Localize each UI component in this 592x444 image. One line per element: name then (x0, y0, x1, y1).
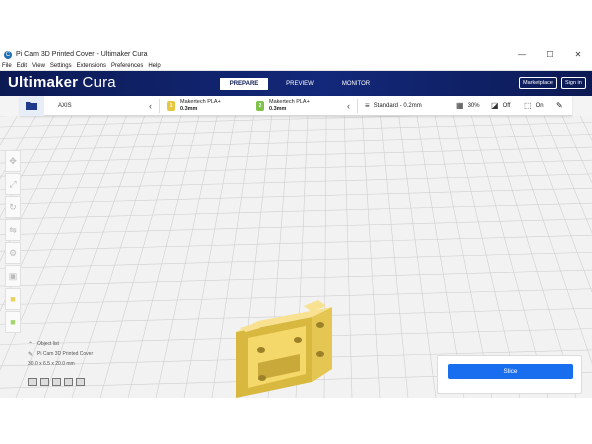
minimize-button[interactable]: — (508, 47, 536, 62)
extruder-2-material: Makertech PLA+ (269, 99, 310, 105)
tab-monitor[interactable]: MONITOR (332, 78, 380, 90)
chevron-left-icon[interactable]: ‹ (347, 96, 350, 116)
support-blocker-icon[interactable]: ▣ (5, 265, 21, 287)
tab-preview[interactable]: PREVIEW (276, 78, 324, 90)
menu-view[interactable]: View (32, 62, 45, 70)
extruder-1-nozzle: 0.3mm (180, 106, 198, 112)
open-file-button[interactable] (20, 96, 44, 116)
extruder-1-icon: 1 (167, 101, 175, 111)
slice-button[interactable]: Slice (448, 364, 573, 379)
folder-icon (26, 102, 37, 110)
divider (159, 99, 160, 113)
camera-view-buttons (28, 378, 88, 386)
edit-settings-pencil-icon[interactable]: ✎ (556, 96, 563, 116)
left-toolbar: ✥ ⤢ ↻ ⇋ ⚙ ▣ ■ ■ (5, 150, 21, 334)
adhesion-value: On (535, 103, 544, 109)
infill-setting[interactable]: ▦ 30% (456, 96, 480, 116)
print-profile-selector[interactable]: ≡ Standard - 0.2mm (365, 96, 422, 116)
maximize-button[interactable]: ☐ (536, 47, 564, 62)
support-icon: ◪ (491, 101, 499, 110)
chevron-up-icon: ⌃ (28, 341, 34, 348)
support-value: Off (502, 103, 511, 109)
object-list-label: Object list (37, 341, 59, 347)
object-list-toggle[interactable]: ⌃ Object list (28, 339, 93, 349)
object-dimensions: 30.0 x 6.5 x 20.0 mm (28, 361, 75, 367)
chevron-left-icon[interactable]: ‹ (149, 96, 152, 116)
support-setting[interactable]: ◪ Off (491, 96, 510, 116)
extruder-1-material: Makertech PLA+ (180, 99, 221, 105)
window-title: Pi Cam 3D Printed Cover - Ultimaker Cura (16, 51, 148, 58)
adhesion-setting[interactable]: ⬚ On (524, 96, 544, 116)
extruder-1-config[interactable]: 1 Makertech PLA+ 0.3mm (167, 99, 221, 113)
view-top-icon[interactable] (52, 378, 61, 386)
view-3d-icon[interactable] (28, 378, 37, 386)
profile-icon: ≡ (365, 101, 370, 110)
marketplace-button[interactable]: Marketplace (519, 77, 557, 89)
menu-help[interactable]: Help (148, 62, 160, 70)
pencil-icon: ✎ (28, 351, 34, 358)
rotate-tool-icon[interactable]: ↻ (5, 196, 21, 218)
object-name[interactable]: Pi Cam 3D Printed Cover (37, 351, 93, 357)
tab-prepare[interactable]: PREPARE (220, 78, 268, 90)
close-button[interactable]: ✕ (564, 47, 592, 62)
per-model-settings-icon[interactable]: ⚙ (5, 242, 21, 264)
view-front-icon[interactable] (40, 378, 49, 386)
extruder-2-tool-icon[interactable]: ■ (5, 311, 21, 333)
extruder-1-tool-icon[interactable]: ■ (5, 288, 21, 310)
infill-value: 30% (467, 103, 480, 109)
infill-icon: ▦ (456, 101, 464, 110)
sign-in-button[interactable]: Sign in (561, 77, 586, 89)
view-right-icon[interactable] (76, 378, 85, 386)
machine-selector[interactable]: AXIS (58, 96, 72, 116)
object-info: ⌃ Object list ✎ Pi Cam 3D Printed Cover … (28, 339, 93, 369)
extruder-2-config[interactable]: 2 Makertech PLA+ 0.3mm (256, 99, 310, 113)
move-tool-icon[interactable]: ✥ (5, 150, 21, 172)
brand-logo: Ultimaker Cura (8, 74, 116, 91)
menu-file[interactable]: File (2, 62, 12, 70)
mirror-tool-icon[interactable]: ⇋ (5, 219, 21, 241)
cura-app-icon: C (4, 50, 12, 59)
divider (357, 99, 358, 113)
cura-window: C Pi Cam 3D Printed Cover - Ultimaker Cu… (0, 47, 592, 398)
menu-bar: File Edit View Settings Extensions Prefe… (0, 62, 592, 71)
menu-preferences[interactable]: Preferences (111, 62, 143, 70)
menu-edit[interactable]: Edit (17, 62, 27, 70)
print-setup-toolbar: AXIS ‹ 1 Makertech PLA+ 0.3mm 2 Makertech… (20, 96, 572, 116)
title-bar: C Pi Cam 3D Printed Cover - Ultimaker Cu… (0, 47, 592, 62)
app-header: Ultimaker Cura PREPARE PREVIEW MONITOR M… (0, 71, 592, 96)
stage-tabs: PREPARE PREVIEW MONITOR (220, 78, 388, 90)
view-left-icon[interactable] (64, 378, 73, 386)
window-controls: — ☐ ✕ (508, 47, 592, 62)
menu-extensions[interactable]: Extensions (77, 62, 106, 70)
slice-panel: Slice (437, 355, 582, 394)
menu-settings[interactable]: Settings (50, 62, 72, 70)
scale-tool-icon[interactable]: ⤢ (5, 173, 21, 195)
extruder-2-icon: 2 (256, 101, 264, 111)
extruder-2-nozzle: 0.3mm (269, 106, 287, 112)
adhesion-icon: ⬚ (524, 101, 532, 110)
profile-label: Standard - 0.2mm (373, 103, 422, 109)
